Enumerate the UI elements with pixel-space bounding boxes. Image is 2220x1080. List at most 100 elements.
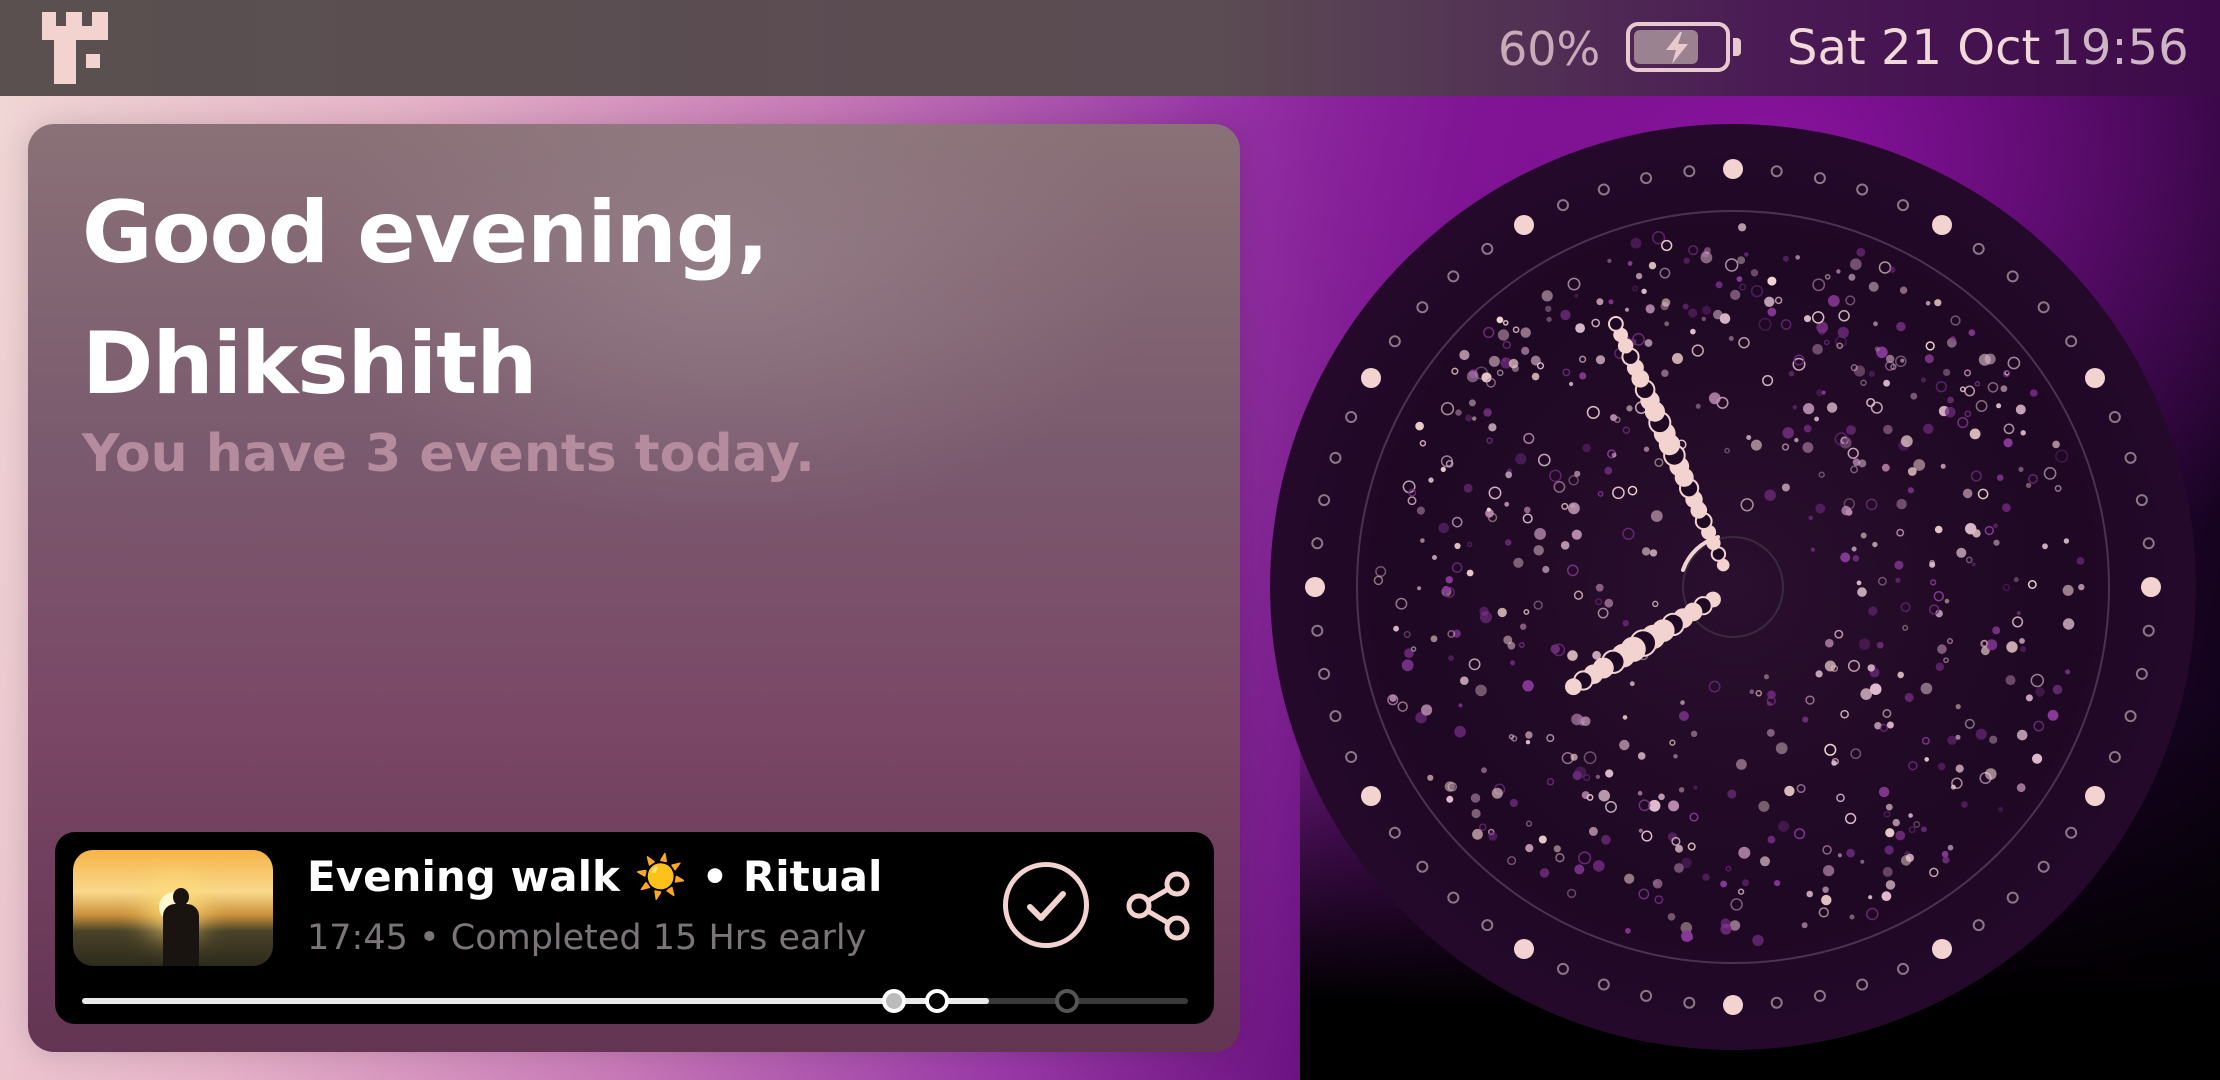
particle-dot: [1852, 555, 1860, 562]
greeting-card: Good evening, Dhikshith You have 3 event…: [28, 124, 1240, 1052]
events-summary: You have 3 events today.: [82, 424, 815, 484]
particle-dot: [1481, 767, 1487, 774]
particle-dot: [1767, 307, 1777, 317]
user-name: Dhikshith: [82, 314, 538, 414]
particle-dot: [2032, 753, 2043, 764]
particle-dot: [1446, 795, 1454, 803]
particle-dot: [1420, 538, 1425, 543]
particle-dot: [1884, 845, 1894, 855]
particle-dot: [1673, 754, 1678, 759]
particle-dot: [1965, 523, 1977, 535]
particle-dot: [1856, 580, 1862, 586]
particle-dot: [1471, 808, 1481, 819]
particle-dot: [1568, 502, 1580, 515]
particle-dot: [1542, 565, 1550, 574]
particle-dot: [2003, 438, 2013, 448]
particle-dot: [1856, 247, 1866, 257]
particle-dot: [1693, 785, 1698, 790]
particle-dot: [1470, 793, 1481, 803]
progress-marker[interactable]: [925, 989, 949, 1013]
particle-dot: [1664, 321, 1670, 327]
particle-dot: [1486, 507, 1491, 512]
progress-track[interactable]: [82, 989, 1188, 1013]
particle-dot: [1815, 670, 1823, 678]
particle-dot: [1881, 463, 1890, 472]
progress-end-marker[interactable]: [1055, 989, 1079, 1013]
particle-dot: [1658, 793, 1665, 801]
particle-dot: [1950, 336, 1956, 342]
particle-dot: [1622, 620, 1629, 627]
particle-dot: [1502, 357, 1507, 362]
particle-dot: [1688, 308, 1698, 318]
date-label: Sat 21 Oct: [1787, 20, 2041, 76]
particle-dot: [1720, 918, 1731, 929]
particle-dot: [1415, 421, 1424, 431]
app-logo-icon[interactable]: [42, 12, 110, 84]
particle-dot: [1682, 303, 1689, 310]
particle-dot: [1962, 488, 1973, 499]
particle-dot: [1881, 891, 1892, 902]
particle-dot: [1846, 848, 1855, 858]
particle-dot: [2035, 687, 2045, 697]
check-circle-icon[interactable]: [1003, 862, 1089, 948]
particle-dot: [1826, 402, 1838, 413]
greeting-line: Good evening,: [82, 183, 769, 283]
particle-dot: [1525, 731, 1533, 739]
particle-dot: [1680, 700, 1685, 705]
particle-dot: [1468, 399, 1476, 407]
now-playing-bar[interactable]: Evening walk ☀️ • Ritual 17:45 • Complet…: [55, 832, 1214, 1024]
particle-dot: [2030, 389, 2038, 397]
particle-dot: [1560, 541, 1570, 550]
particle-dot: [1574, 766, 1587, 779]
particle-dot: [1432, 555, 1437, 560]
particle-dot: [1782, 255, 1789, 262]
particle-dot: [1510, 660, 1516, 666]
particle-dot: [1971, 562, 1976, 567]
particle-dot: [1996, 474, 2004, 482]
particle-dot: [1588, 826, 1598, 836]
particle-dot: [1883, 379, 1890, 387]
particle-dot: [1920, 682, 1933, 695]
particle-dot: [1853, 365, 1866, 377]
particle-dot: [2052, 440, 2060, 449]
particle-dot: [1885, 803, 1893, 811]
particle-dot: [1466, 370, 1479, 383]
battery-percentage: 60%: [1498, 22, 1601, 76]
particle-dot: [1894, 560, 1904, 570]
particle-dot: [1736, 759, 1747, 770]
particle-dot: [1674, 863, 1684, 873]
particle-dot: [1882, 866, 1893, 877]
status-bar: 60% Sat 21 Oct 19:56: [0, 0, 2220, 96]
thumbnail-image[interactable]: [73, 850, 273, 966]
particle-dot: [2019, 638, 2025, 644]
particle-dot: [1934, 525, 1943, 534]
ritual-subtitle: 17:45 • Completed 15 Hrs early: [307, 918, 867, 958]
progress-knob[interactable]: [882, 989, 906, 1013]
particle-dot: [1595, 583, 1604, 592]
particle-dot: [1605, 769, 1614, 778]
particle-dot: [1920, 377, 1927, 383]
particle-dot: [1648, 261, 1657, 270]
particle-dot: [1869, 683, 1882, 695]
particle-dot: [1781, 483, 1790, 492]
particle-dot: [1858, 638, 1871, 650]
particle-dot: [1804, 315, 1811, 323]
particle-dot: [1574, 293, 1579, 298]
time-label: 19:56: [2050, 20, 2189, 76]
particle-dot: [1401, 659, 1414, 672]
particle-dot: [1883, 424, 1893, 435]
particle-dot: [1872, 541, 1878, 548]
particle-dot: [2016, 729, 2028, 741]
particle-dot: [1521, 346, 1530, 355]
particle-dot: [1896, 498, 1907, 510]
particle-dot: [1940, 463, 1946, 469]
particle-dot: [1860, 859, 1865, 864]
particle-dot: [1595, 355, 1606, 365]
particle-dot: [1803, 424, 1812, 433]
particle-dot: [1683, 257, 1690, 264]
particle-dot: [1941, 850, 1949, 858]
particle-dot: [1955, 704, 1961, 710]
share-icon[interactable]: [1125, 870, 1193, 942]
particle-dot: [1533, 545, 1544, 556]
particle-dot: [1624, 873, 1635, 884]
